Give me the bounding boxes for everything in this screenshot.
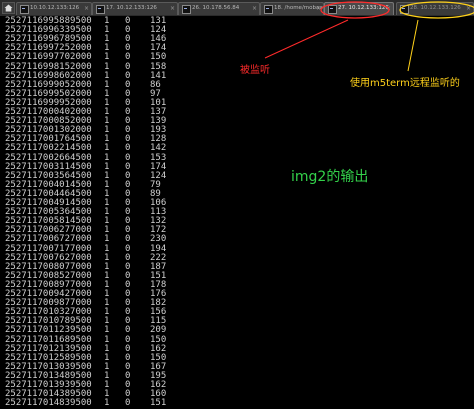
field-a-cell: 1: [104, 398, 110, 409]
tab-bar: 10.10.12.133:126 × 17. 10.12.133:126 × 26. 1…: [0, 0, 474, 17]
monitored-annotation: 被监听: [240, 65, 270, 76]
home-button[interactable]: [2, 2, 15, 14]
session-tab[interactable]: 27. 10.12.133:126 ×: [324, 2, 394, 15]
timestamp-cell: 2527117014839500: [5, 398, 92, 409]
terminal-icon: [400, 5, 409, 14]
session-tab[interactable]: 17. 10.12.133:126 ×: [92, 2, 178, 15]
value-cell: 151: [150, 398, 167, 409]
tab-label: 10.10.12.133:126: [30, 5, 80, 11]
terminal-icon: [20, 5, 29, 14]
close-icon[interactable]: ×: [466, 4, 471, 13]
close-icon[interactable]: ×: [84, 4, 89, 13]
field-b-cell: 0: [125, 398, 131, 409]
terminal-icon: [328, 5, 337, 14]
close-icon[interactable]: ×: [252, 4, 257, 13]
terminal-icon: [182, 5, 191, 14]
session-tab[interactable]: 18. /home/mobaxterm×: [260, 2, 324, 15]
tab-label: 27. 10.12.133:126: [338, 5, 389, 11]
session-tab[interactable]: 26. 10.178.56.84 ×: [178, 2, 260, 15]
img2-output-annotation: img2的输出: [291, 169, 369, 185]
home-icon: [4, 4, 13, 12]
m5term-annotation: 使用m5term远程监听的: [350, 78, 460, 89]
tab-label: 26. 10.178.56.84: [192, 5, 240, 11]
close-icon[interactable]: ×: [386, 4, 391, 13]
close-icon[interactable]: ×: [170, 4, 175, 13]
session-tab[interactable]: 10.10.12.133:126 ×: [16, 2, 92, 15]
tab-label: 28. 10.12.133.126: [410, 5, 461, 11]
tab-label: 17. 10.12.133:126: [106, 5, 157, 11]
terminal-icon: [264, 5, 273, 14]
close-icon[interactable]: ×: [316, 4, 321, 13]
terminal-icon: [96, 5, 105, 14]
session-tab[interactable]: 28. 10.12.133.126 ×: [396, 2, 474, 15]
